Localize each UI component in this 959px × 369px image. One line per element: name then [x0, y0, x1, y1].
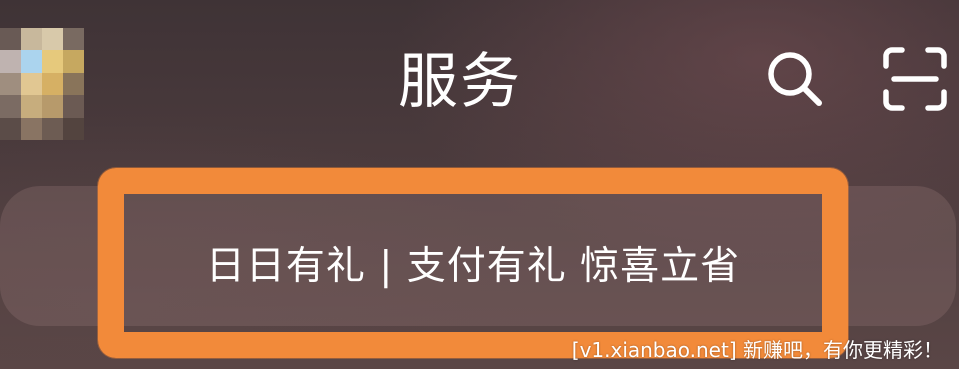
avatar-pixel: [0, 117, 21, 140]
avatar-pixel: [21, 117, 42, 140]
scan-icon: [883, 47, 947, 111]
search-icon: [768, 52, 822, 106]
watermark: [v1.xianbao.net] 新赚吧，有你更精彩！: [571, 338, 943, 362]
search-button[interactable]: [760, 44, 830, 114]
service-screen: 服务 日日有礼 | 支付有礼 惊喜立省 [v1.xianbao.net] 新赚吧…: [0, 0, 959, 369]
scan-button[interactable]: [880, 44, 950, 114]
avatar-pixel: [42, 117, 63, 140]
promo-banner-text[interactable]: 日日有礼 | 支付有礼 惊喜立省: [124, 194, 822, 332]
avatar-pixel: [63, 117, 84, 140]
